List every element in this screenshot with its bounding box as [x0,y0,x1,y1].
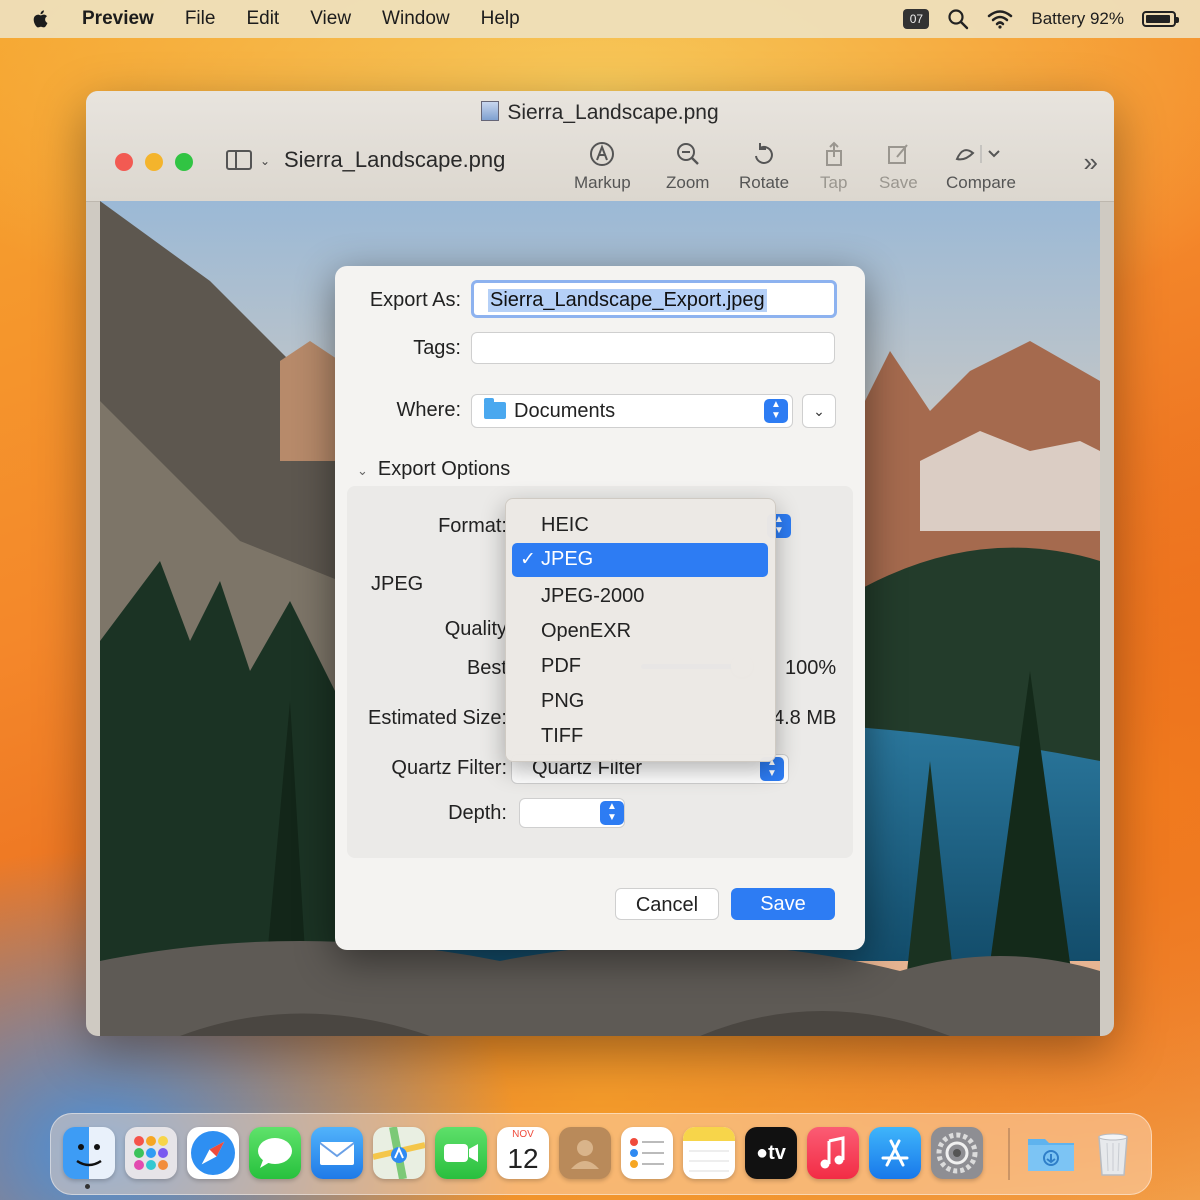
minimize-button[interactable] [145,153,163,171]
close-button[interactable] [115,153,133,171]
safari-icon[interactable] [187,1127,239,1179]
format-option-jpeg2000[interactable]: JPEG-2000 [541,585,644,608]
format-option-png[interactable]: PNG [541,690,584,713]
window-title: Sierra_Landscape.png [86,101,1114,125]
zoom-window-button[interactable] [175,153,193,171]
facetime-icon[interactable] [435,1127,487,1179]
expand-browser-button[interactable]: ⌄ [802,394,836,428]
zoom-button[interactable]: Zoom [666,141,709,193]
format-label: Format: [438,515,507,537]
tags-label: Tags: [413,337,461,359]
wifi-icon[interactable] [987,9,1013,29]
compare-icon [955,145,1000,163]
chevron-down-icon: ⌄ [813,403,825,419]
file-name-label[interactable]: Sierra_Landscape.png [284,147,505,173]
quality-value: 100% [785,657,837,679]
depth-stepper-icon[interactable]: ▲ ▼ [600,801,624,825]
menu-help[interactable]: Help [481,8,520,30]
cancel-button[interactable]: Cancel [615,888,719,920]
format-option-pdf[interactable]: PDF [541,655,581,678]
rotate-icon [755,143,773,164]
export-as-label: Export As: [369,289,461,311]
reminders-icon[interactable] [621,1127,673,1179]
zoom-icon [676,143,699,165]
trash-icon[interactable] [1087,1127,1139,1179]
quartz-filter-label: Quartz Filter: [391,757,507,779]
save-toolbar-button[interactable]: Save [879,141,918,193]
battery-icon[interactable] [1142,11,1179,27]
export-as-value[interactable]: Sierra_Landscape_Export.jpeg [488,289,767,312]
markup-button[interactable]: Markup [574,141,631,193]
rotate-button[interactable]: Rotate [739,141,789,193]
tags-input[interactable] [471,332,835,364]
app-store-icon[interactable] [869,1127,921,1179]
quality-label: Quality [444,618,507,640]
format-option-jpeg[interactable]: ✓ JPEG [512,543,768,577]
notes-icon[interactable] [683,1127,735,1179]
where-select[interactable]: Documents ▲ ▼ [471,394,793,428]
depth-label: Depth: [448,802,507,824]
downloads-folder-icon[interactable] [1025,1127,1077,1179]
dock-separator [1008,1128,1010,1180]
disclosure-chevron-icon: ⌄ [357,463,368,478]
contacts-icon[interactable] [559,1127,611,1179]
launchpad-icon[interactable] [125,1127,177,1179]
sidebar-toggle-icon[interactable] [226,150,252,170]
export-options-toggle[interactable]: ⌄ Export Options [357,458,510,481]
folder-icon [484,398,506,419]
status-area: 07 Battery 92% [903,0,1179,38]
format-dropdown-menu: HEIC ✓ JPEG JPEG-2000 OpenEXR PDF PNG TI… [505,498,776,762]
calendar-day: 12 [507,1143,539,1174]
jpeg-section-label: JPEG [371,573,424,595]
apple-tv-icon[interactable]: ●tv [745,1127,797,1179]
quality-best-label: Best [466,657,507,679]
apple-glyph-icon: ● [756,1142,769,1164]
search-icon[interactable] [947,8,969,30]
markup-icon [590,142,615,166]
menu-view[interactable]: View [310,8,351,30]
tap-button[interactable]: Tap [820,141,847,193]
menu-edit[interactable]: Edit [246,8,279,30]
format-option-heic[interactable]: HEIC [541,514,589,537]
status-badge[interactable]: 07 [903,9,930,29]
export-as-input[interactable]: Sierra_Landscape_Export.jpeg [471,280,837,318]
menu-app-preview[interactable]: Preview [82,8,154,30]
where-value: Documents [514,400,616,422]
calendar-icon[interactable]: NOV 12 [497,1127,549,1179]
document-icon [481,101,500,121]
estimated-size-value: 4.8 MB [773,707,837,729]
save-button[interactable]: Save [731,888,835,920]
messages-icon[interactable] [249,1127,301,1179]
music-icon[interactable] [807,1127,859,1179]
apple-icon[interactable] [30,8,52,30]
menu-file[interactable]: File [185,8,216,30]
toolbar-overflow-icon[interactable]: » [1084,147,1098,178]
title-bar: Sierra_Landscape.png ⌄ Sierra_Landscape.… [86,91,1114,202]
format-option-openexr[interactable]: OpenEXR [541,620,631,643]
mail-icon[interactable] [311,1127,363,1179]
edit-icon [888,144,909,164]
system-settings-icon[interactable] [931,1127,983,1179]
battery-label[interactable]: Battery 92% [1031,9,1124,29]
share-icon [825,141,842,166]
calendar-month: NOV [512,1129,534,1140]
dock: NOV 12 ●tv [50,1113,1152,1195]
chevron-down-icon[interactable]: ⌄ [260,154,270,168]
estimated-size-label: Estimated Size: [368,707,507,729]
depth-select[interactable]: ▲ ▼ [519,798,625,828]
format-option-tiff[interactable]: TIFF [541,725,583,748]
checkmark-icon: ✓ [520,549,536,570]
compare-button[interactable]: Compare [946,141,1016,193]
finder-icon[interactable] [63,1127,115,1179]
menu-window[interactable]: Window [382,8,450,30]
menu-bar: Preview File Edit View Window Help 07 Ba… [0,0,1200,38]
where-stepper-icon[interactable]: ▲ ▼ [764,399,788,423]
where-label: Where: [396,399,461,421]
running-indicator [85,1184,90,1189]
maps-icon[interactable] [373,1127,425,1179]
